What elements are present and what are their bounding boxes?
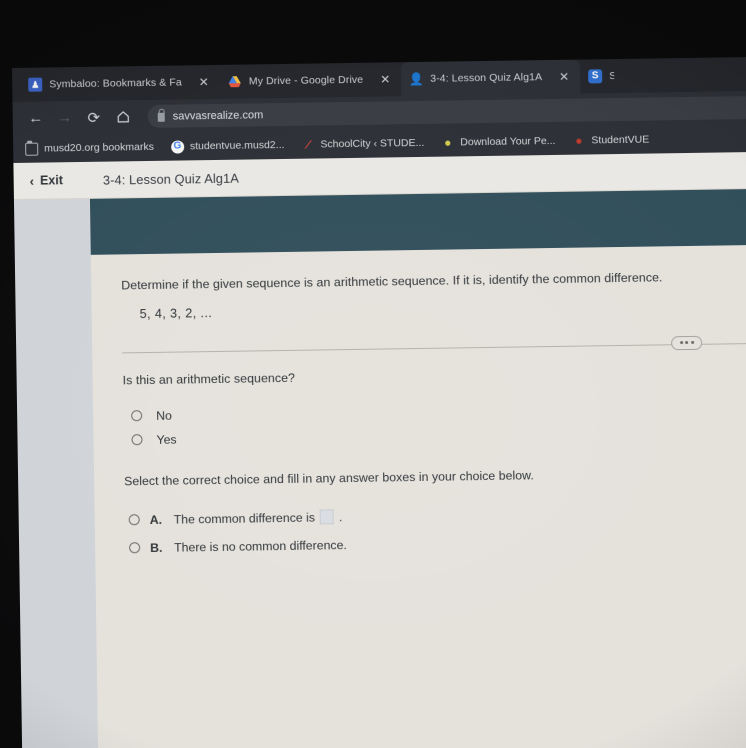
- radio-icon[interactable]: [131, 434, 143, 446]
- tab-title: S: [609, 70, 615, 83]
- dot-icon: [679, 341, 683, 345]
- browser-tab-savvas[interactable]: S S: [580, 59, 615, 94]
- browser-tab-symbaloo[interactable]: ♟ Symbaloo: Bookmarks & Fa ✕: [20, 65, 220, 102]
- page-title: 3-4: Lesson Quiz Alg1A: [102, 170, 239, 188]
- person-icon: 👤: [408, 71, 424, 87]
- back-icon[interactable]: ←: [23, 105, 49, 131]
- divider-line: [122, 343, 746, 354]
- bookmark-studentvue[interactable]: ● StudentVUE: [572, 133, 650, 148]
- tab-title: 3-4: Lesson Quiz Alg1A: [430, 71, 543, 85]
- question-sequence: 5, 4, 3, 2, ...: [139, 306, 213, 322]
- yes-no-choice-group: No Yes: [123, 395, 742, 452]
- sub-question: Is this an arithmetic sequence?: [122, 370, 296, 388]
- choice-label: Yes: [156, 432, 177, 447]
- choice-text-before: There is no common difference.: [174, 538, 347, 555]
- browser-tab-lesson-quiz[interactable]: 👤 3-4: Lesson Quiz Alg1A ✕: [400, 59, 581, 97]
- left-rail: [13, 198, 99, 748]
- app-body: Determine if the given sequence is an ar…: [13, 188, 746, 748]
- question-prompt: Determine if the given sequence is an ar…: [121, 270, 663, 293]
- more-options-button[interactable]: [671, 335, 703, 351]
- bookmark-label: musd20.org bookmarks: [44, 140, 154, 155]
- bookmark-studentvue-musd2[interactable]: G studentvue.musd2...: [170, 138, 285, 154]
- bookmark-label: Download Your Pe...: [460, 134, 556, 149]
- bookmark-musd20[interactable]: musd20.org bookmarks: [25, 140, 154, 156]
- dot-icon: [685, 341, 689, 345]
- bookmark-schoolcity[interactable]: ∕ SchoolCity ‹ STUDE...: [301, 136, 425, 152]
- close-icon[interactable]: ✕: [549, 70, 576, 84]
- exit-button[interactable]: ‹ Exit: [29, 173, 64, 189]
- download-icon: ●: [444, 135, 452, 150]
- choice-text: The common difference is .: [173, 509, 343, 528]
- symbaloo-icon: ♟: [28, 77, 43, 92]
- choice-label: No: [156, 408, 173, 423]
- chevron-left-icon: ‹: [29, 173, 35, 189]
- studentvue-icon: ●: [575, 133, 583, 148]
- photo-of-screen: ♟ Symbaloo: Bookmarks & Fa ✕ My Drive - …: [0, 0, 746, 748]
- folder-icon: [25, 142, 39, 156]
- browser-tab-google-drive[interactable]: My Drive - Google Drive ✕: [220, 62, 402, 99]
- reload-icon[interactable]: ⟳: [81, 104, 107, 130]
- dot-icon: [690, 341, 694, 345]
- lettered-choice-group: A. The common difference is . B. There i…: [125, 497, 744, 562]
- choice-letter: B.: [150, 540, 163, 555]
- bookmark-label: SchoolCity ‹ STUDE...: [320, 136, 425, 151]
- exit-label: Exit: [39, 173, 64, 188]
- home-icon[interactable]: [110, 104, 136, 130]
- divider: [122, 335, 746, 360]
- tab-title: My Drive - Google Drive: [248, 73, 364, 88]
- forward-icon[interactable]: →: [52, 105, 78, 131]
- lock-icon: [157, 112, 165, 122]
- tab-title: Symbaloo: Bookmarks & Fa: [49, 76, 182, 91]
- schoolcity-icon: ∕: [306, 137, 310, 152]
- address-bar[interactable]: savvasrealize.com: [147, 95, 746, 128]
- choice-text-after: .: [338, 510, 343, 525]
- bookmark-label: StudentVUE: [591, 133, 650, 147]
- choice-text: There is no common difference.: [174, 538, 347, 555]
- radio-icon[interactable]: [131, 410, 143, 422]
- browser-window: ♟ Symbaloo: Bookmarks & Fa ✕ My Drive - …: [12, 56, 746, 748]
- google-icon: G: [170, 139, 184, 154]
- address-bar-url: savvasrealize.com: [172, 108, 264, 123]
- savvas-s-icon: S: [588, 69, 603, 84]
- close-icon[interactable]: ✕: [189, 75, 216, 89]
- question-banner: [89, 188, 746, 255]
- radio-icon[interactable]: [129, 542, 141, 554]
- choice-letter: A.: [149, 512, 163, 527]
- close-icon[interactable]: ✕: [370, 72, 397, 86]
- answer-input-box[interactable]: [319, 509, 335, 525]
- radio-icon[interactable]: [128, 514, 140, 526]
- bookmark-label: studentvue.musd2...: [189, 138, 285, 153]
- content-column: Determine if the given sequence is an ar…: [89, 188, 746, 748]
- select-instruction: Select the correct choice and fill in an…: [124, 468, 534, 489]
- question-area: Determine if the given sequence is an ar…: [91, 245, 746, 563]
- google-drive-icon: [228, 75, 242, 89]
- choice-text-before: The common difference is: [173, 510, 316, 527]
- bookmark-download-your-pe[interactable]: ● Download Your Pe...: [441, 134, 556, 150]
